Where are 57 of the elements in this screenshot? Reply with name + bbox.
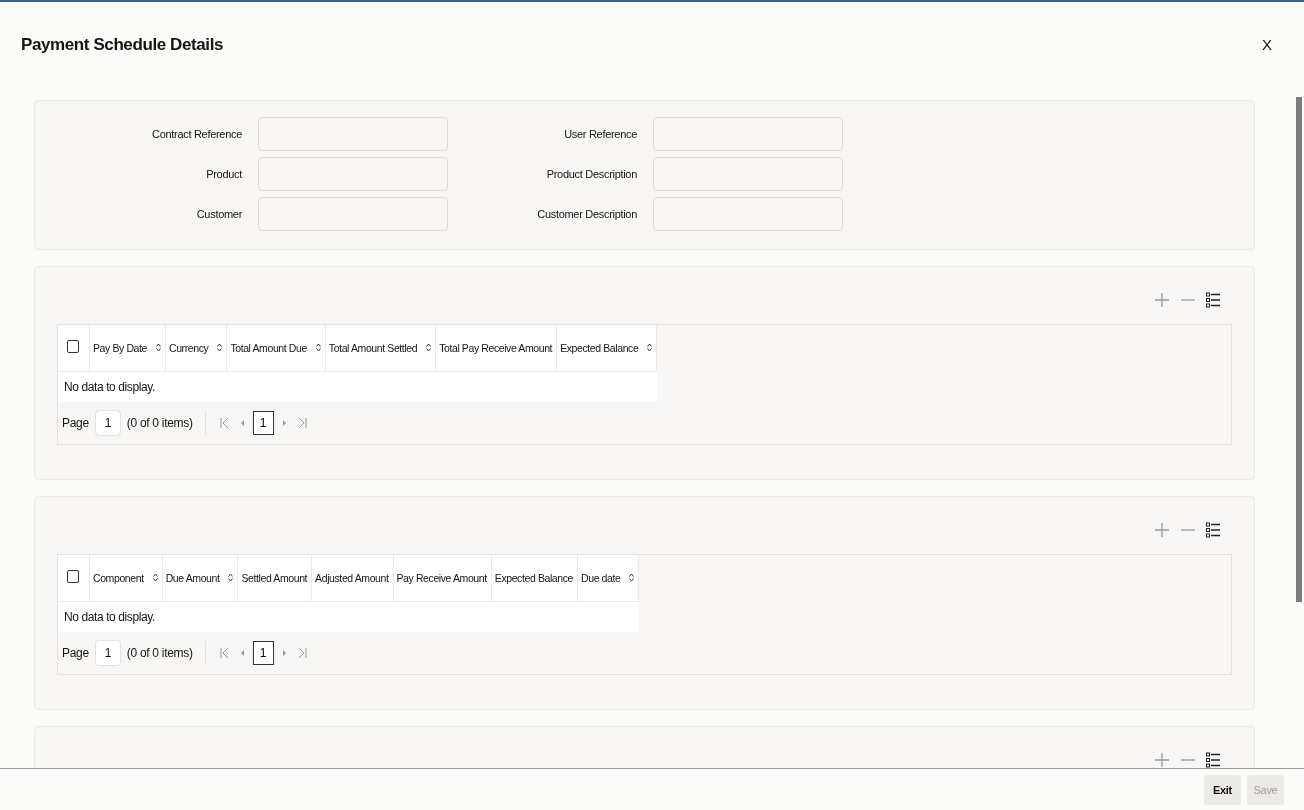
window-title: Payment Schedule Details	[21, 34, 224, 55]
column-header[interactable]: Due date	[577, 555, 639, 601]
column-header[interactable]: Due Amount	[162, 555, 238, 601]
item-count: (0 of 0 items)	[126, 646, 193, 660]
column-header[interactable]: Pay Receive Amount	[393, 555, 492, 601]
field-label: Product Description	[545, 168, 637, 180]
input-field[interactable]	[258, 157, 448, 191]
field-label: Customer	[195, 208, 242, 220]
input-field[interactable]	[653, 157, 843, 191]
add-icon[interactable]	[1152, 750, 1172, 768]
page-button[interactable]: 1	[252, 641, 274, 665]
empty-message: No data to display.	[64, 609, 155, 624]
input-field[interactable]	[258, 197, 448, 231]
column-header[interactable]: Total Pay Receive Amount	[435, 325, 557, 371]
column-header[interactable]: Total Amount Due	[226, 325, 326, 371]
field-label: Product	[205, 168, 242, 180]
item-count: (0 of 0 items)	[126, 416, 193, 430]
sort-icon[interactable]	[217, 343, 223, 353]
column-header[interactable]: Component	[89, 555, 163, 601]
column-header[interactable]: Total Amount Settled	[325, 325, 436, 371]
column-header[interactable]: Expected Balance	[491, 555, 578, 601]
sort-icon[interactable]	[315, 343, 321, 353]
add-icon[interactable]	[1152, 520, 1172, 540]
sort-icon[interactable]	[629, 573, 635, 583]
field-label: User Reference	[563, 128, 637, 140]
checkbox[interactable]	[67, 340, 79, 354]
field-label: Contract Reference	[151, 128, 242, 140]
first-page-icon[interactable]	[217, 645, 231, 661]
sort-icon[interactable]	[228, 573, 234, 583]
input-field[interactable]	[653, 117, 843, 151]
action-button[interactable]: Exit	[1204, 774, 1241, 805]
page-button[interactable]: 1	[252, 411, 274, 435]
list-icon[interactable]	[1204, 290, 1222, 310]
page-field[interactable]: 1	[94, 410, 121, 436]
add-icon[interactable]	[1152, 290, 1172, 310]
sort-icon[interactable]	[426, 343, 432, 353]
column-header[interactable]: Adjusted Amount	[311, 555, 393, 601]
list-icon[interactable]	[1204, 750, 1222, 768]
sort-icon[interactable]	[155, 343, 161, 353]
column-header[interactable]: Pay By Date	[89, 325, 166, 371]
input-field[interactable]	[653, 197, 843, 231]
column-header[interactable]: Expected Balance	[556, 325, 657, 371]
sort-icon[interactable]	[647, 343, 653, 353]
column-header[interactable]: Currency	[165, 325, 227, 371]
checkbox[interactable]	[67, 570, 79, 584]
scrollbar[interactable]	[1296, 97, 1302, 602]
field-label: Customer Description	[536, 208, 637, 220]
page-field[interactable]: 1	[94, 640, 121, 666]
column-header[interactable]: Settled Amount	[238, 555, 312, 601]
list-icon[interactable]	[1204, 520, 1222, 540]
empty-message: No data to display.	[64, 379, 155, 394]
sort-icon[interactable]	[152, 573, 158, 583]
close-button[interactable]: X	[1256, 34, 1278, 55]
input-field[interactable]	[258, 117, 448, 151]
first-page-icon[interactable]	[217, 415, 231, 431]
page-label: Page	[62, 646, 89, 660]
page-label: Page	[62, 416, 89, 430]
